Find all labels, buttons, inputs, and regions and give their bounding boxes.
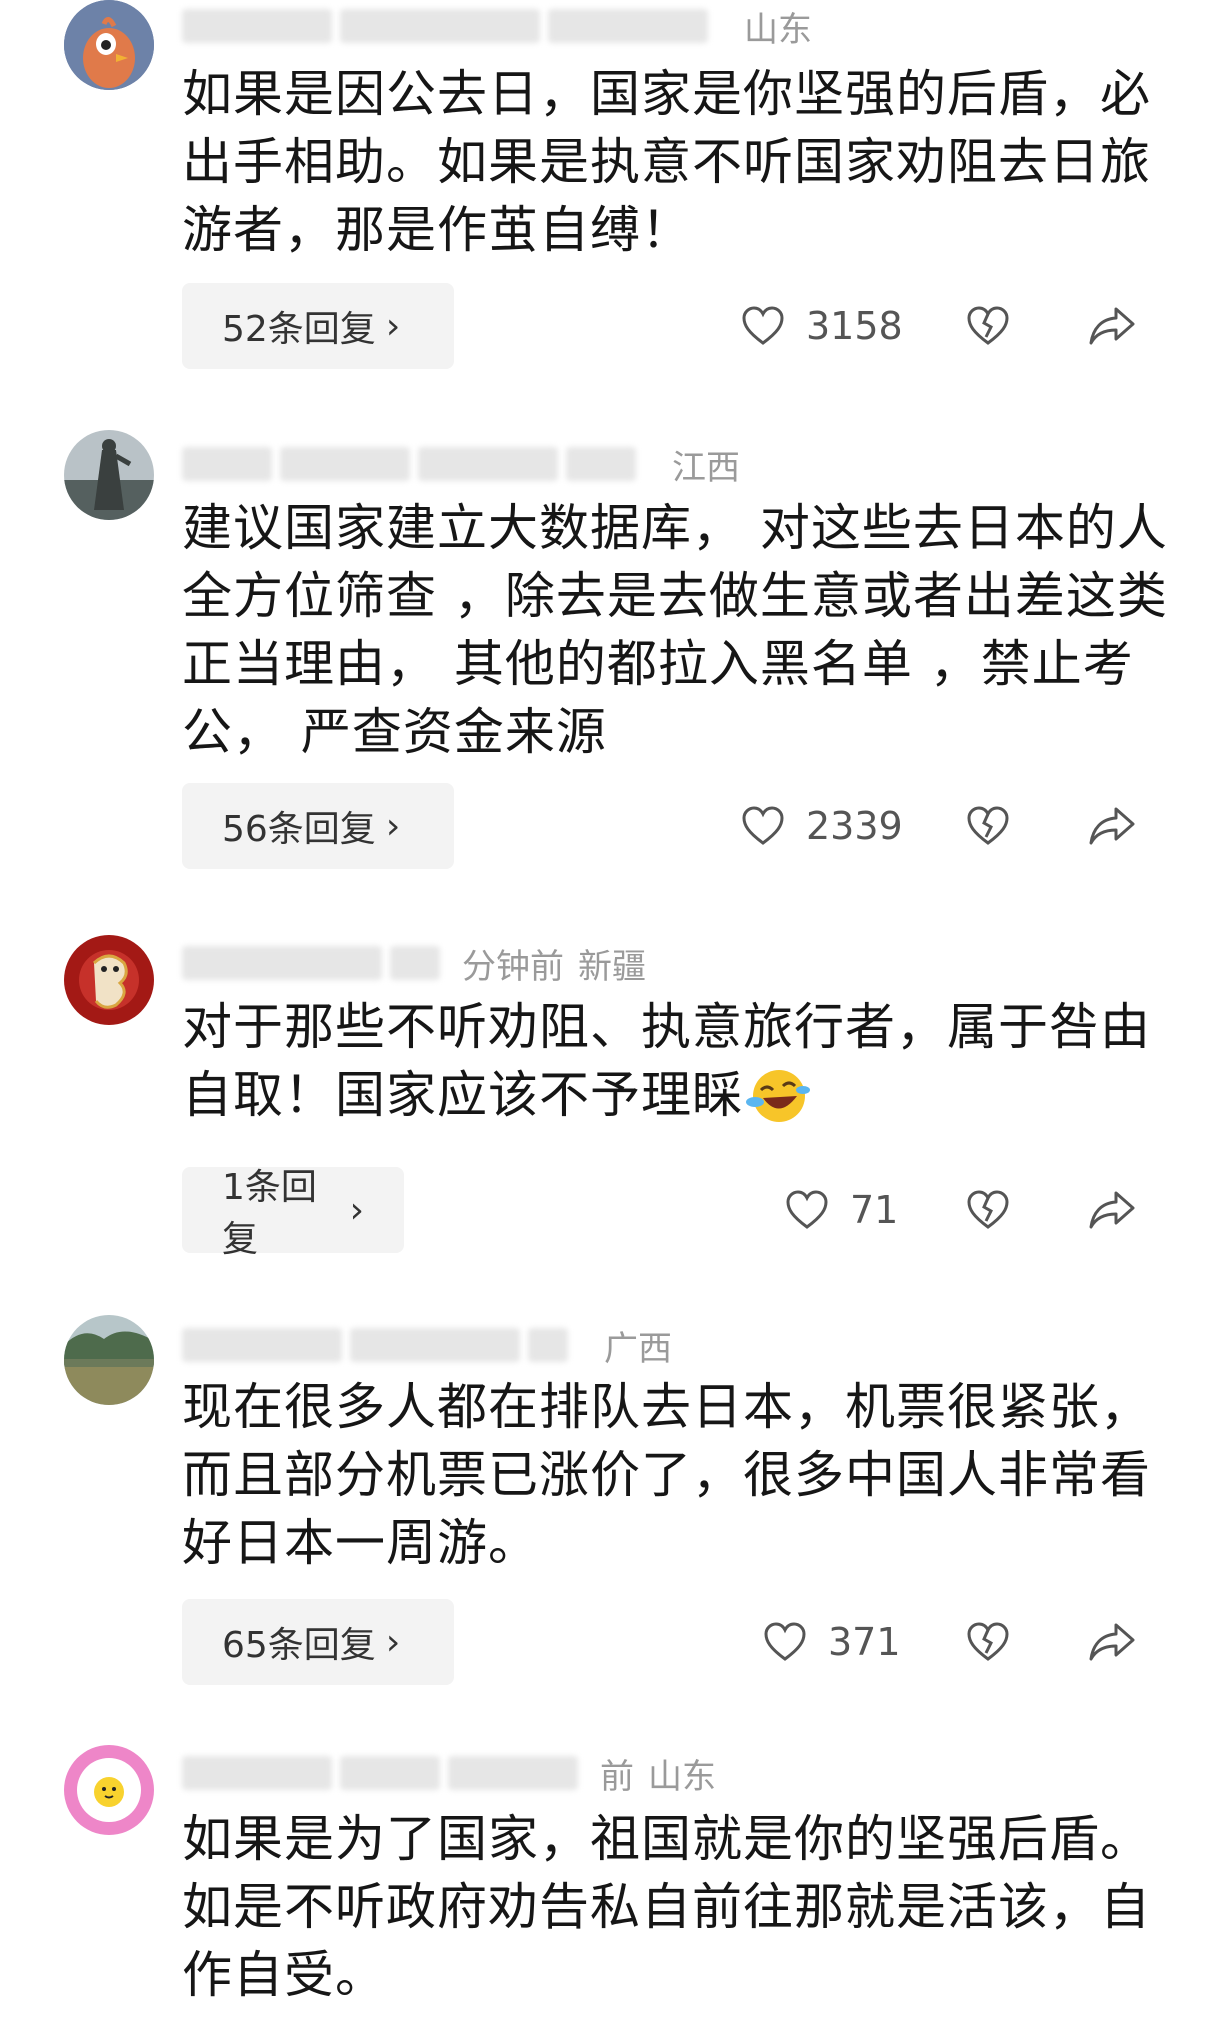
replies-label: 1条回复 [222,1167,317,1260]
chevron-right-icon: › [385,805,401,847]
heart-icon[interactable] [762,1619,808,1665]
comment-item: 山东 如果是因公去日，国家是你坚强的后盾，必出手相助。如果是执意不听国家劝阻去日… [0,0,1215,420]
comment-location: 广西 [604,1328,672,1369]
comment-item: 广西 现在很多人都在排队去日本，机票很紧张，而且部分机票已涨价了，很多中国人非常… [0,1315,1215,1695]
comment-text: 现在很多人都在排队去日本，机票很紧张，而且部分机票已涨价了，很多中国人非常看好日… [182,1378,1151,1572]
avatar[interactable] [64,430,154,520]
like-count: 371 [828,1620,901,1664]
bird-avatar-icon [64,0,154,90]
comment-meta: 江西 [182,444,740,488]
share-icon[interactable] [1087,303,1137,349]
heart-icon[interactable] [740,303,786,349]
broken-heart-icon[interactable] [965,303,1011,349]
comment-meta: 广西 [182,1325,672,1369]
chevron-right-icon: › [385,1621,401,1663]
share-icon[interactable] [1087,1619,1137,1665]
comment-meta: 分钟前 新疆 [182,943,646,987]
egg-avatar-icon [64,1745,154,1835]
like-count: 2339 [806,804,903,848]
comment-item: 前 山东 如果是为了国家，祖国就是你的坚强后盾。如是不听政府劝告私自前往那就是活… [0,1745,1215,2034]
comment-text: 对于那些不听劝阻、执意旅行者，属于咎由自取！国家应该不予理睬 [182,993,1172,1130]
chevron-right-icon: › [385,305,401,347]
landscape-avatar-icon [64,1315,154,1405]
dragon-avatar-icon [64,935,154,1025]
avatar[interactable] [64,1315,154,1405]
replies-label: 56条回复 [222,809,376,850]
broken-heart-icon[interactable] [965,1619,1011,1665]
laughing-crying-emoji-icon [746,1069,810,1122]
comment-location: 新疆 [578,946,646,987]
avatar[interactable] [64,935,154,1025]
heart-icon[interactable] [740,803,786,849]
comment-location: 山东 [744,9,812,50]
like-count: 71 [850,1188,899,1232]
chevron-right-icon: › [349,1189,364,1231]
replies-label: 52条回复 [222,309,376,350]
broken-heart-icon[interactable] [965,1187,1011,1233]
comment-text-body: 对于那些不听劝阻、执意旅行者，属于咎由自取！国家应该不予理睬 [182,998,1151,1124]
avatar[interactable] [64,0,154,90]
replies-button[interactable]: 56条回复 › [182,783,454,869]
replies-label: 65条回复 [222,1625,376,1666]
broken-heart-icon[interactable] [965,803,1011,849]
share-icon[interactable] [1087,1187,1137,1233]
comment-text: 如果是因公去日，国家是你坚强的后盾，必出手相助。如果是执意不听国家劝阻去日旅游者… [182,65,1151,259]
comment-location: 山东 [648,1756,716,1797]
like-count: 3158 [806,304,903,348]
comment-meta: 山东 [182,6,812,50]
replies-button[interactable]: 1条回复 › [182,1167,404,1260]
comment-time: 前 [600,1756,634,1797]
replies-button[interactable]: 65条回复 › [182,1599,454,1685]
heart-icon[interactable] [784,1187,830,1233]
comment-item: 分钟前 新疆 对于那些不听劝阻、执意旅行者，属于咎由自取！国家应该不予理睬 1条… [0,935,1215,1265]
avatar[interactable] [64,1745,154,1835]
comment-meta: 前 山东 [182,1753,716,1797]
comment-item: 江西 建议国家建立大数据库， 对这些去日本的人全方位筛查 ，除去是去做生意或者出… [0,430,1215,890]
comment-location: 江西 [672,447,740,488]
statue-avatar-icon [64,430,154,520]
comment-text: 如果是为了国家，祖国就是你的坚强后盾。如是不听政府劝告私自前往那就是活该，自作自… [182,1810,1151,2004]
share-icon[interactable] [1087,803,1137,849]
comment-time: 分钟前 [462,946,564,987]
replies-button[interactable]: 52条回复 › [182,283,454,369]
comment-text: 建议国家建立大数据库， 对这些去日本的人全方位筛查 ，除去是去做生意或者出差这类… [182,499,1168,761]
